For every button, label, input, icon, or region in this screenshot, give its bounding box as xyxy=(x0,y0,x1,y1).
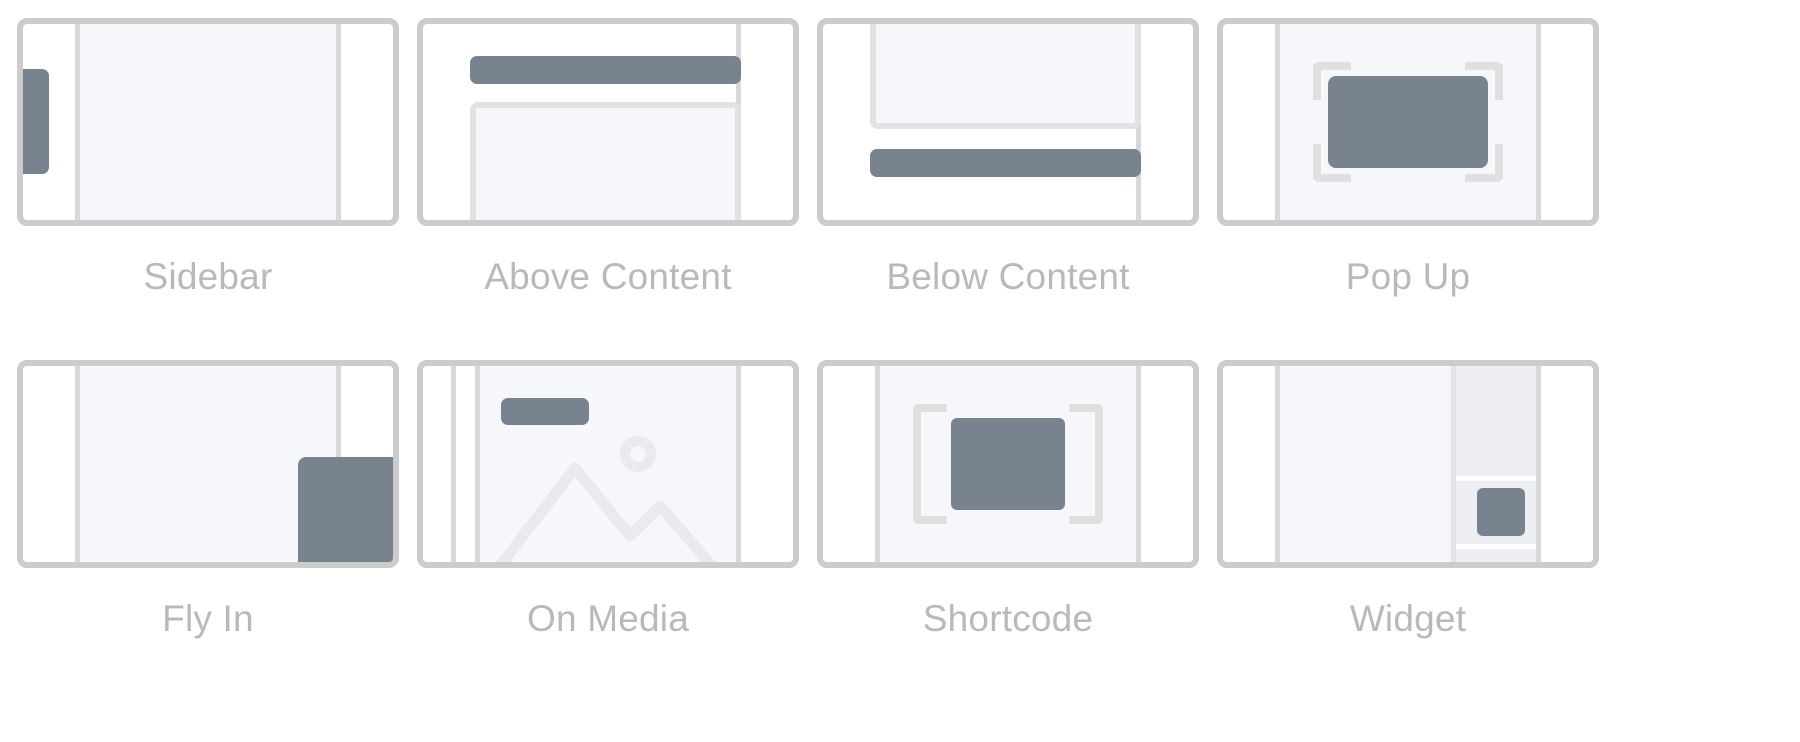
option-label: Below Content xyxy=(886,256,1130,297)
left-divider xyxy=(75,366,80,562)
right-divider xyxy=(1136,366,1141,562)
content-box xyxy=(870,24,1141,129)
above-content-accent-bar xyxy=(470,56,741,84)
option-popup[interactable]: Pop Up xyxy=(1208,18,1608,360)
sun-circle-icon xyxy=(620,436,656,472)
widget-slot-separator-bottom xyxy=(1456,544,1536,549)
below-content-layout-icon[interactable] xyxy=(817,18,1199,226)
left-divider xyxy=(75,24,80,220)
widget-column-divider xyxy=(1451,366,1456,562)
right-divider xyxy=(1536,24,1541,220)
shortcode-accent-box xyxy=(951,418,1065,510)
sidebar-layout-icon[interactable] xyxy=(17,18,399,226)
option-label: Above Content xyxy=(484,256,732,297)
display-type-grid: Sidebar Above Content Below Content Pop … xyxy=(0,0,1800,702)
option-fly-in[interactable]: Fly In xyxy=(8,360,408,702)
left-divider xyxy=(451,366,456,562)
left-divider xyxy=(1275,24,1280,220)
content-box xyxy=(470,102,741,220)
bracket-left-icon xyxy=(913,404,947,524)
fly-in-accent-box xyxy=(298,457,393,562)
option-label: Widget xyxy=(1349,598,1467,639)
option-on-media[interactable]: On Media xyxy=(408,360,808,702)
option-label: Pop Up xyxy=(1345,256,1471,297)
widget-layout-icon[interactable] xyxy=(1217,360,1599,568)
option-sidebar[interactable]: Sidebar xyxy=(8,18,408,360)
option-label: Sidebar xyxy=(143,256,273,297)
popup-accent-box xyxy=(1328,76,1488,168)
above-content-layout-icon[interactable] xyxy=(417,18,799,226)
widget-accent-box xyxy=(1477,488,1525,536)
right-divider xyxy=(336,24,341,220)
on-media-accent-badge xyxy=(501,398,589,425)
fly-in-layout-icon[interactable] xyxy=(17,360,399,568)
sidebar-widget-accent xyxy=(23,69,49,174)
content-area xyxy=(80,24,336,220)
option-widget[interactable]: Widget xyxy=(1208,360,1608,702)
shortcode-layout-icon[interactable] xyxy=(817,360,1199,568)
option-label: Shortcode xyxy=(922,598,1094,639)
option-label: Fly In xyxy=(162,598,254,639)
option-label: On Media xyxy=(526,598,689,639)
popup-layout-icon[interactable] xyxy=(1217,18,1599,226)
option-shortcode[interactable]: Shortcode xyxy=(808,360,1208,702)
widget-slot-separator-top xyxy=(1456,476,1536,481)
on-media-layout-icon[interactable] xyxy=(417,360,799,568)
left-divider xyxy=(875,366,880,562)
left-divider xyxy=(818,24,823,220)
below-content-accent-bar xyxy=(870,149,1141,177)
image-placeholder-icon xyxy=(496,462,716,562)
right-divider xyxy=(1536,366,1541,562)
left-divider xyxy=(1275,366,1280,562)
option-above-content[interactable]: Above Content xyxy=(408,18,808,360)
option-below-content[interactable]: Below Content xyxy=(808,18,1208,360)
bracket-right-icon xyxy=(1069,404,1103,524)
left-divider xyxy=(418,24,423,220)
